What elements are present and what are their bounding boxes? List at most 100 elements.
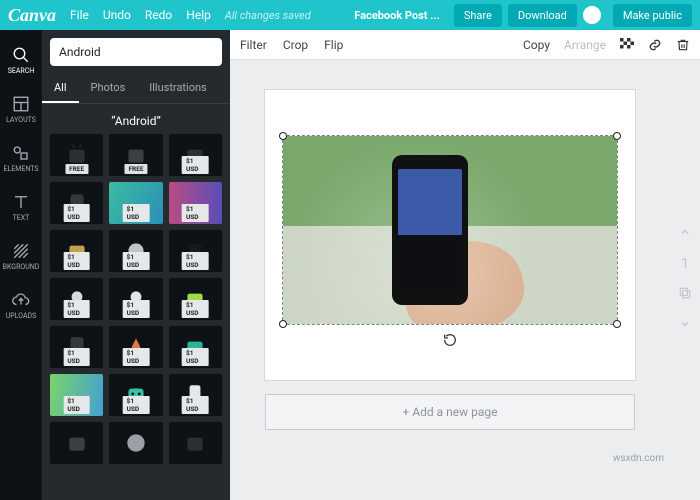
elements-icon — [12, 144, 30, 162]
transparency-button[interactable] — [620, 37, 634, 52]
rail-search[interactable]: SEARCH — [0, 36, 42, 85]
rail-text[interactable]: TEXT — [0, 183, 42, 232]
price-badge: $1 USD — [123, 396, 150, 414]
selected-element[interactable] — [283, 136, 617, 324]
asset-item[interactable] — [50, 422, 103, 464]
price-badge: $1 USD — [182, 348, 209, 366]
price-badge: $1 USD — [182, 156, 209, 174]
rail-uploads[interactable]: UPLOADS — [0, 281, 42, 330]
canvas-area: Filter Crop Flip Copy Arrange — [230, 30, 700, 500]
side-panel: All Photos Illustrations “Android” FREE … — [42, 30, 230, 500]
rail-label: TEXT — [13, 214, 30, 222]
brand-logo: Canva — [8, 5, 56, 26]
context-toolbar: Filter Crop Flip Copy Arrange — [230, 30, 700, 60]
asset-item[interactable]: $1 USD — [109, 326, 162, 368]
price-badge: $1 USD — [63, 204, 90, 222]
document-title[interactable]: Facebook Post ... — [354, 9, 440, 22]
price-badge: $1 USD — [182, 252, 209, 270]
price-badge: FREE — [124, 164, 147, 174]
price-badge: $1 USD — [123, 300, 150, 318]
asset-item[interactable] — [169, 422, 222, 464]
asset-item[interactable]: $1 USD — [109, 182, 162, 224]
filter-button[interactable]: Filter — [240, 38, 267, 52]
rail-background[interactable]: BKGROUND — [0, 232, 42, 281]
menu-file[interactable]: File — [70, 8, 89, 22]
rail-layouts[interactable]: LAYOUTS — [0, 85, 42, 134]
flip-button[interactable]: Flip — [324, 38, 343, 52]
rail-label: SEARCH — [8, 67, 35, 75]
asset-item[interactable]: $1 USD — [109, 230, 162, 272]
search-input[interactable] — [50, 38, 222, 66]
resize-handle-tl[interactable] — [279, 132, 287, 140]
price-badge: $1 USD — [63, 396, 90, 414]
link-button[interactable] — [648, 37, 662, 52]
rail-label: UPLOADS — [6, 312, 37, 320]
asset-item[interactable] — [109, 422, 162, 464]
asset-item[interactable]: $1 USD — [169, 230, 222, 272]
asset-item[interactable]: $1 USD — [169, 182, 222, 224]
price-badge: $1 USD — [63, 252, 90, 270]
asset-item[interactable]: $1 USD — [169, 278, 222, 320]
share-button[interactable]: Share — [454, 4, 502, 27]
price-badge: $1 USD — [123, 348, 150, 366]
asset-item[interactable]: $1 USD — [50, 230, 103, 272]
tab-all[interactable]: All — [42, 74, 79, 103]
download-button[interactable]: Download — [508, 4, 577, 27]
make-public-button[interactable]: Make public — [613, 4, 692, 27]
save-status: All changes saved — [225, 9, 311, 22]
asset-item[interactable]: $1 USD — [169, 134, 222, 176]
asset-item[interactable]: $1 USD — [50, 278, 103, 320]
page-number: 1 — [681, 256, 689, 272]
layouts-icon — [12, 95, 30, 113]
page-nav-up[interactable] — [679, 226, 691, 242]
price-badge: $1 USD — [63, 300, 90, 318]
stage[interactable]: + Add a new page wsxdn.com — [230, 60, 670, 500]
resize-handle-br[interactable] — [613, 320, 621, 328]
duplicate-page-button[interactable] — [678, 286, 692, 304]
price-badge: $1 USD — [182, 300, 209, 318]
asset-item[interactable]: $1 USD — [50, 374, 103, 416]
asset-item[interactable]: FREE — [109, 134, 162, 176]
asset-item[interactable]: $1 USD — [50, 182, 103, 224]
menu-undo[interactable]: Undo — [103, 8, 131, 22]
add-page-button[interactable]: + Add a new page — [265, 394, 635, 430]
rail-label: LAYOUTS — [6, 116, 36, 124]
results-grid: FREE FREE $1 USD $1 USD $1 USD $1 USD $1… — [42, 134, 230, 500]
asset-item[interactable]: $1 USD — [169, 326, 222, 368]
asset-item[interactable]: $1 USD — [109, 374, 162, 416]
panel-tabs: All Photos Illustrations — [42, 74, 230, 104]
asset-item[interactable]: $1 USD — [50, 326, 103, 368]
search-icon — [12, 46, 30, 64]
menu-help[interactable]: Help — [186, 8, 211, 22]
resize-handle-bl[interactable] — [279, 320, 287, 328]
asset-item[interactable]: $1 USD — [169, 374, 222, 416]
price-badge: $1 USD — [123, 252, 150, 270]
price-badge: $1 USD — [182, 396, 209, 414]
rail-label: ELEMENTS — [4, 165, 39, 173]
results-title: “Android” — [42, 104, 230, 134]
tab-photos[interactable]: Photos — [79, 74, 138, 103]
watermark: wsxdn.com — [613, 453, 664, 464]
resize-handle-tr[interactable] — [613, 132, 621, 140]
trash-icon — [676, 38, 690, 52]
image-placeholder[interactable] — [283, 136, 617, 324]
price-badge: $1 USD — [123, 204, 150, 222]
crop-button[interactable]: Crop — [283, 38, 308, 52]
delete-button[interactable] — [676, 37, 690, 52]
copy-button[interactable]: Copy — [523, 38, 550, 52]
page-nav-down[interactable] — [679, 318, 691, 334]
rail-elements[interactable]: ELEMENTS — [0, 134, 42, 183]
menu-redo[interactable]: Redo — [145, 8, 172, 22]
avatar[interactable] — [583, 6, 601, 24]
asset-item[interactable]: $1 USD — [109, 278, 162, 320]
rotate-handle[interactable] — [442, 332, 458, 348]
background-icon — [12, 242, 30, 260]
transparency-icon — [620, 38, 634, 52]
price-badge: $1 USD — [182, 204, 209, 222]
price-badge: $1 USD — [63, 348, 90, 366]
tab-illustrations[interactable]: Illustrations — [137, 74, 218, 103]
asset-item[interactable]: FREE — [50, 134, 103, 176]
canvas-page[interactable] — [265, 90, 635, 380]
text-icon — [12, 193, 30, 211]
arrange-button[interactable]: Arrange — [564, 38, 606, 52]
